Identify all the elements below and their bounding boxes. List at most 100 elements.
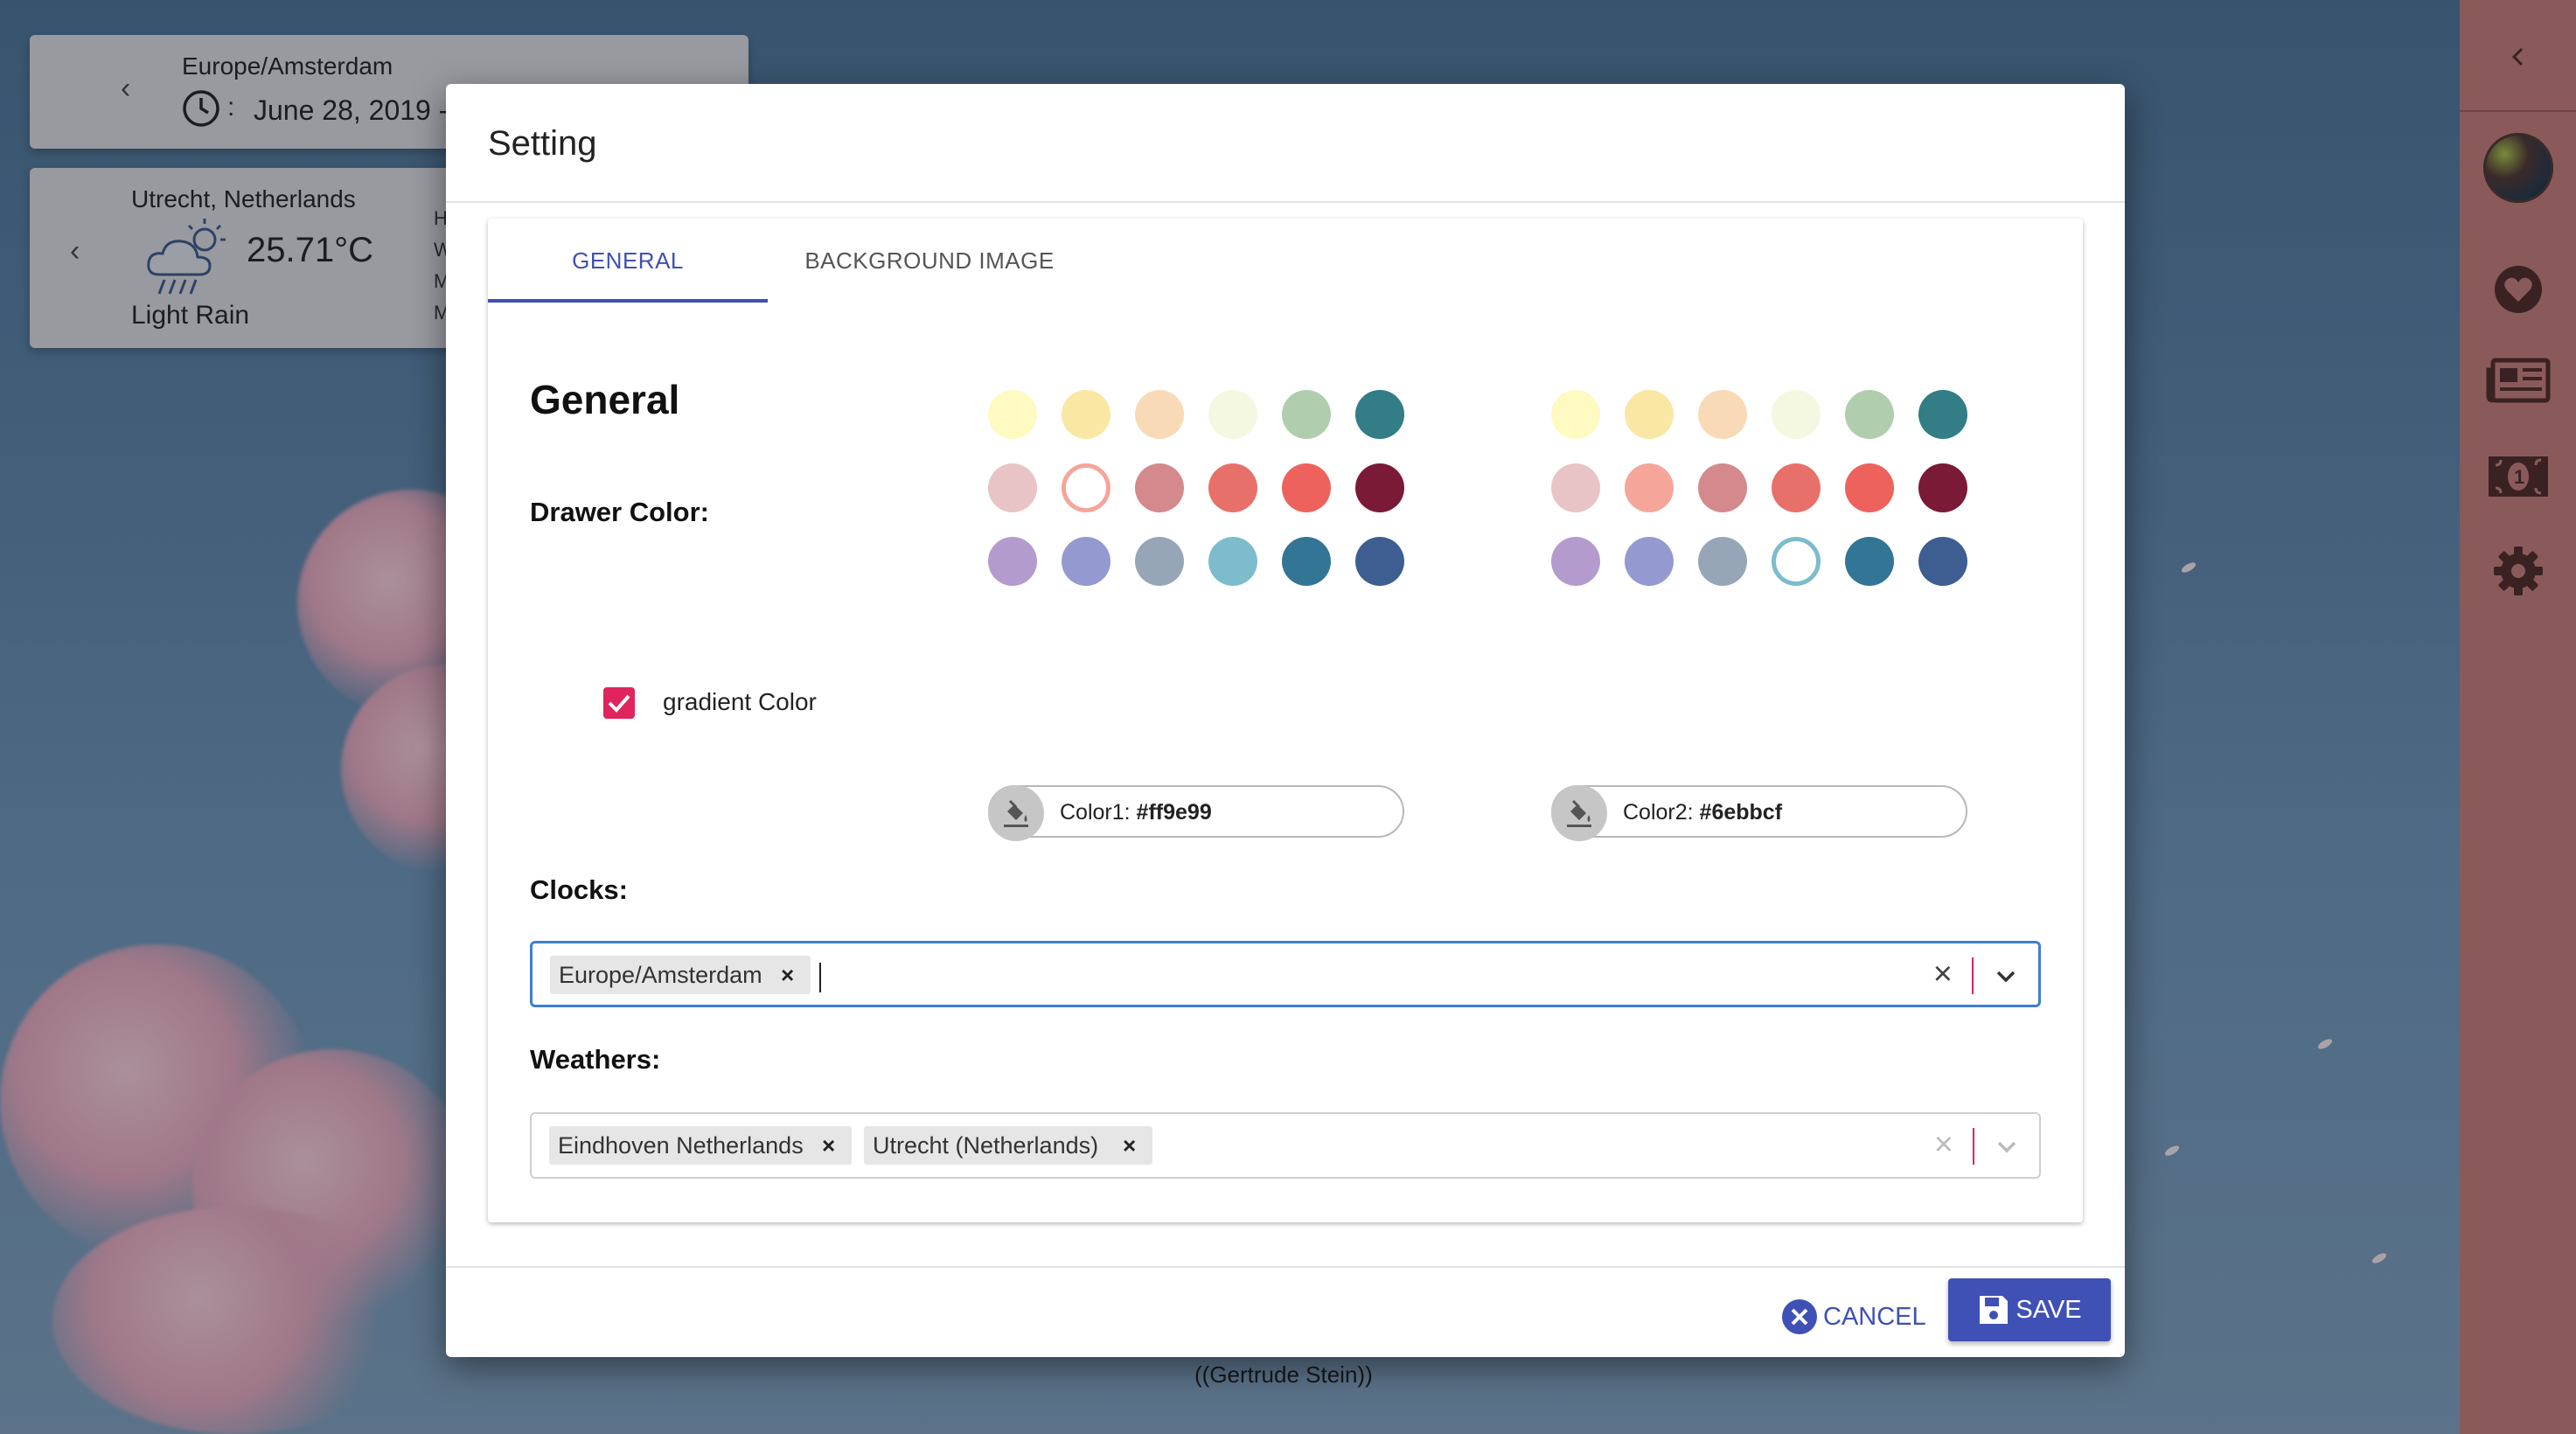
cancel-button[interactable]: CANCEL bbox=[1781, 1292, 1926, 1341]
color-swatch[interactable] bbox=[1551, 463, 1600, 512]
color-swatch[interactable] bbox=[1355, 537, 1404, 586]
color-swatch[interactable] bbox=[1282, 463, 1331, 512]
dialog-title: Setting bbox=[488, 124, 597, 163]
color-swatch[interactable] bbox=[988, 463, 1037, 512]
chip-remove-icon[interactable]: × bbox=[822, 1126, 835, 1165]
clocks-select[interactable]: Europe/Amsterdam × × bbox=[530, 941, 2041, 1007]
weather-chip: Eindhoven Netherlands × bbox=[549, 1126, 852, 1165]
weathers-label: Weathers: bbox=[530, 1044, 661, 1075]
chevron-left-icon bbox=[2511, 47, 2523, 66]
clocks-label: Clocks: bbox=[530, 874, 628, 905]
clock-chip-label: Europe/Amsterdam bbox=[559, 962, 762, 988]
settings-card: GENERAL BACKGROUND IMAGE General Drawer … bbox=[488, 219, 2083, 1222]
color-swatch[interactable] bbox=[1551, 390, 1600, 439]
finance-button[interactable]: 1 bbox=[2460, 449, 2576, 504]
heart-icon bbox=[2494, 266, 2542, 313]
color-swatch[interactable] bbox=[1772, 463, 1821, 512]
color-swatch[interactable] bbox=[1551, 537, 1600, 586]
chip-remove-icon[interactable]: × bbox=[781, 956, 794, 994]
color-swatch[interactable] bbox=[1282, 537, 1331, 586]
color2-label: Color2: bbox=[1623, 800, 1700, 825]
color-swatch[interactable] bbox=[1625, 390, 1674, 439]
avatar[interactable] bbox=[2460, 131, 2576, 205]
color-swatch[interactable] bbox=[1625, 463, 1674, 512]
tab-background-image[interactable]: BACKGROUND IMAGE bbox=[768, 219, 1091, 303]
color-swatch[interactable] bbox=[1772, 390, 1821, 439]
collapse-drawer-button[interactable] bbox=[2460, 35, 2576, 79]
color-swatch[interactable] bbox=[1845, 537, 1894, 586]
tab-indicator bbox=[488, 299, 768, 303]
drawer-color-label: Drawer Color: bbox=[530, 497, 709, 527]
color-swatch[interactable] bbox=[1845, 463, 1894, 512]
weather-chip: Utrecht (Netherlands) × bbox=[864, 1126, 1152, 1165]
avatar-image bbox=[2482, 133, 2553, 203]
color-swatch[interactable] bbox=[1135, 390, 1184, 439]
money-icon: 1 bbox=[2488, 456, 2548, 497]
color-swatch[interactable] bbox=[1062, 390, 1110, 439]
svg-text:1: 1 bbox=[2514, 466, 2524, 488]
color-swatch[interactable] bbox=[1698, 390, 1747, 439]
newspaper-icon bbox=[2486, 358, 2550, 403]
chevron-down-icon[interactable] bbox=[1993, 963, 2019, 989]
save-icon bbox=[1980, 1296, 2009, 1324]
color-swatch[interactable] bbox=[1918, 390, 1967, 439]
color-swatch[interactable] bbox=[1062, 463, 1110, 512]
save-button[interactable]: SAVE bbox=[1948, 1278, 2111, 1341]
color-swatch[interactable] bbox=[1918, 463, 1967, 512]
gradient-checkbox[interactable] bbox=[603, 687, 635, 719]
color-swatch[interactable] bbox=[1355, 463, 1404, 512]
chip-remove-icon[interactable]: × bbox=[1123, 1126, 1136, 1165]
color1-text: Color1: #ff9e99 bbox=[1060, 800, 1212, 825]
text-cursor bbox=[819, 963, 821, 992]
settings-button[interactable] bbox=[2460, 542, 2576, 600]
color-swatch[interactable] bbox=[1208, 463, 1257, 512]
color-swatch[interactable] bbox=[1355, 390, 1404, 439]
color-swatch[interactable] bbox=[1918, 537, 1967, 586]
color1-label: Color1: bbox=[1060, 800, 1137, 825]
clear-icon[interactable]: × bbox=[1934, 1126, 1953, 1164]
section-title: General bbox=[530, 377, 680, 422]
weather-chip-label: Eindhoven Netherlands bbox=[558, 1132, 804, 1159]
color-swatch[interactable] bbox=[1698, 463, 1747, 512]
select-divider bbox=[1973, 1128, 1974, 1165]
settings-dialog: Setting GENERAL BACKGROUND IMAGE General… bbox=[446, 84, 2125, 1357]
clock-chip: Europe/Amsterdam × bbox=[550, 956, 811, 994]
color-swatch[interactable] bbox=[1208, 390, 1257, 439]
dialog-footer-divider bbox=[446, 1266, 2125, 1268]
paint-bucket-icon bbox=[1551, 785, 1607, 841]
color-swatch[interactable] bbox=[1845, 390, 1894, 439]
drawer-divider bbox=[2460, 110, 2576, 112]
chevron-down-icon[interactable] bbox=[1994, 1133, 2020, 1159]
color-swatch[interactable] bbox=[1062, 537, 1110, 586]
paint-bucket-icon bbox=[988, 785, 1044, 841]
cancel-icon bbox=[1782, 1299, 1817, 1334]
color-swatch[interactable] bbox=[1282, 390, 1331, 439]
save-label: SAVE bbox=[2016, 1295, 2082, 1324]
clear-icon[interactable]: × bbox=[1933, 956, 1953, 993]
color1-field[interactable]: Color1: #ff9e99 bbox=[988, 785, 1404, 841]
color-swatch[interactable] bbox=[988, 390, 1037, 439]
color-swatch[interactable] bbox=[988, 537, 1037, 586]
select-divider bbox=[1972, 957, 1974, 994]
favorites-button[interactable] bbox=[2460, 262, 2576, 317]
cancel-label: CANCEL bbox=[1823, 1302, 1926, 1331]
color-swatch[interactable] bbox=[1772, 537, 1821, 586]
weathers-select[interactable]: Eindhoven Netherlands × Utrecht (Netherl… bbox=[530, 1112, 2041, 1179]
dialog-divider bbox=[446, 201, 2125, 203]
gear-icon bbox=[2493, 546, 2543, 595]
color-swatch[interactable] bbox=[1208, 537, 1257, 586]
color2-field[interactable]: Color2: #6ebbcf bbox=[1551, 785, 1967, 841]
color-swatch[interactable] bbox=[1135, 537, 1184, 586]
news-button[interactable] bbox=[2460, 353, 2576, 407]
gradient-checkbox-label: gradient Color bbox=[663, 688, 817, 715]
check-icon bbox=[608, 694, 630, 713]
color-swatch[interactable] bbox=[1625, 537, 1674, 586]
color2-value: #6ebbcf bbox=[1699, 800, 1783, 825]
color1-value: #ff9e99 bbox=[1136, 800, 1212, 825]
right-drawer: 1 bbox=[2460, 0, 2576, 1434]
weather-chip-label: Utrecht (Netherlands) bbox=[873, 1132, 1099, 1159]
color2-text: Color2: #6ebbcf bbox=[1623, 800, 1782, 825]
color-swatch[interactable] bbox=[1698, 537, 1747, 586]
color-swatch[interactable] bbox=[1135, 463, 1184, 512]
tab-general[interactable]: GENERAL bbox=[488, 219, 768, 303]
